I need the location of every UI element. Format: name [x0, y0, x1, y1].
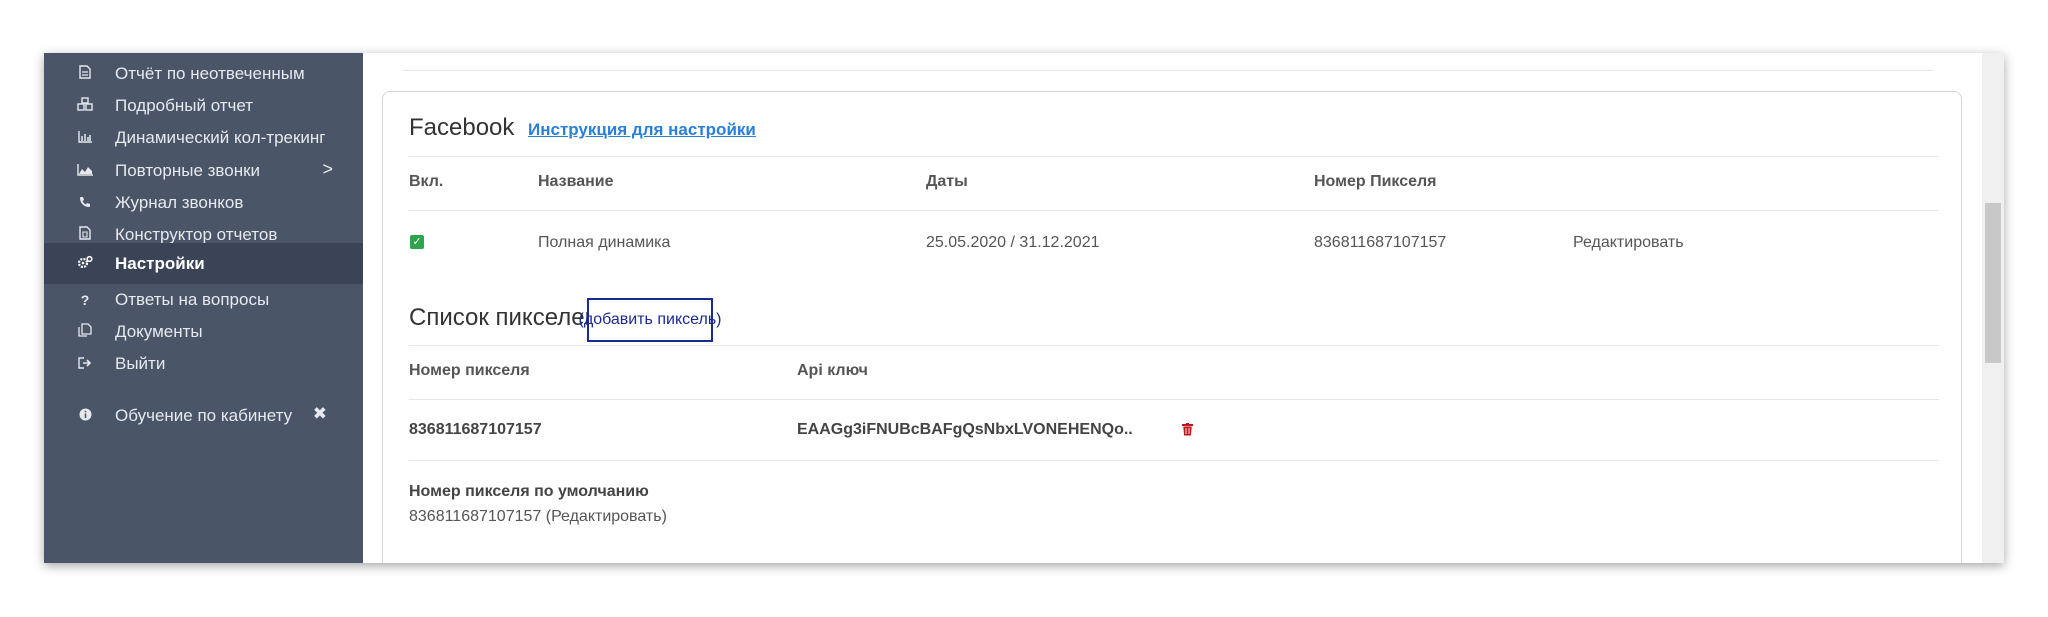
- add-pixel-button[interactable]: (добавить пиксель): [579, 298, 721, 342]
- sidebar-item-logout[interactable]: Выйти: [44, 343, 363, 384]
- trash-icon[interactable]: [1182, 423, 1193, 436]
- sidebar-item-label: Повторные звонки: [115, 160, 261, 180]
- col-header-pixel-number: Номер пикселя: [409, 362, 530, 379]
- bar-chart-icon: [73, 130, 97, 146]
- col-header-enabled: Вкл.: [409, 173, 444, 190]
- col-header-api-key: Api ключ: [797, 362, 868, 379]
- divider: [403, 70, 1933, 71]
- sidebar-item-label: Настройки: [115, 253, 205, 273]
- api-key: EAAGg3iFNUBcBAFgQsNbxLVONEHENQo..: [797, 421, 1133, 438]
- edit-link[interactable]: Редактировать: [1573, 234, 1684, 252]
- col-header-pixel: Номер Пикселя: [1314, 173, 1437, 190]
- divider: [409, 210, 1939, 211]
- divider: [409, 399, 1939, 400]
- sidebar-item-label: Обучение по кабинету: [115, 405, 293, 425]
- default-pixel-value[interactable]: 836811687107157 (Редактировать): [409, 508, 667, 526]
- facebook-panel: Facebook Инструкция для настройки Вкл. Н…: [382, 91, 1962, 563]
- row-pixel: 836811687107157: [1314, 234, 1447, 251]
- row-name: Полная динамика: [538, 234, 671, 251]
- facebook-title: Facebook: [409, 114, 515, 141]
- divider: [409, 345, 1939, 346]
- pixel-list-title: Список пикселей: [409, 304, 598, 331]
- sidebar-item-label: Выйти: [115, 353, 166, 373]
- scrollbar-thumb[interactable]: [1985, 203, 2001, 363]
- sidebar-item-label: Ответы на вопросы: [115, 289, 270, 309]
- app-window: Отчёт по неотвеченным Подробный отчет Ди…: [44, 53, 2004, 563]
- area-chart-icon: [73, 163, 97, 179]
- default-pixel-label: Номер пикселя по умолчанию: [409, 483, 649, 500]
- file-icon: [73, 65, 97, 82]
- info-icon: [73, 408, 97, 424]
- phone-icon: [73, 195, 97, 211]
- pixel-number: 836811687107157: [409, 421, 542, 438]
- sidebar-item-label: Документы: [115, 321, 203, 341]
- cubes-icon: [73, 97, 97, 114]
- question-icon: ?: [80, 291, 90, 308]
- divider: [409, 460, 1939, 461]
- instructions-link[interactable]: Инструкция для настройки: [528, 120, 756, 140]
- close-icon[interactable]: ✖: [313, 404, 327, 424]
- divider: [409, 156, 1939, 157]
- sidebar-item-training[interactable]: Обучение по кабинету ✖: [44, 395, 363, 436]
- sidebar-item-label: Подробный отчет: [115, 95, 254, 115]
- sign-out-icon: [73, 356, 97, 372]
- sidebar-item-label: Журнал звонков: [115, 192, 244, 212]
- enabled-checkbox[interactable]: ✓: [410, 235, 424, 249]
- file-builder-icon: [73, 226, 97, 243]
- sidebar-item-label: Конструктор отчетов: [115, 224, 278, 244]
- sidebar-item-settings[interactable]: Настройки: [44, 243, 363, 284]
- main-content: Facebook Инструкция для настройки Вкл. Н…: [363, 53, 2004, 563]
- col-header-name: Название: [538, 173, 614, 190]
- chevron-right-icon: >: [322, 159, 333, 179]
- col-header-dates: Даты: [926, 173, 968, 190]
- sidebar-item-label: Отчёт по неотвеченным: [115, 63, 305, 83]
- sidebar-item-label: Динамический кол-трекинг: [115, 127, 326, 147]
- gears-icon: [73, 255, 97, 272]
- scrollbar[interactable]: [1982, 53, 2004, 563]
- documents-icon: [73, 323, 97, 340]
- row-dates: 25.05.2020 / 31.12.2021: [926, 234, 1100, 251]
- sidebar: Отчёт по неотвеченным Подробный отчет Ди…: [44, 53, 363, 563]
